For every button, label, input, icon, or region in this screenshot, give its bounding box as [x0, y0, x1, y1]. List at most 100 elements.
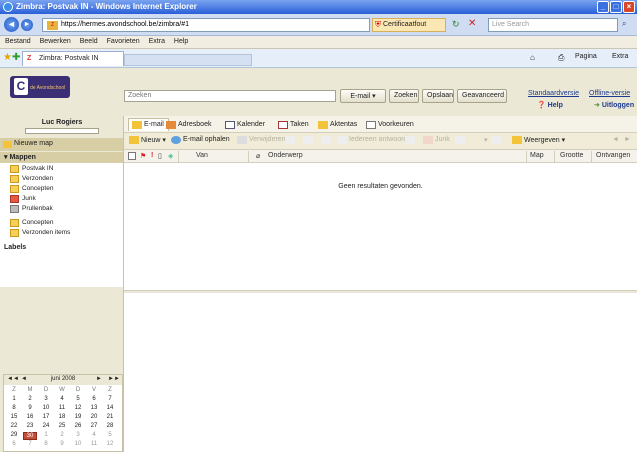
new-folder-button[interactable]: Nieuwe map [0, 138, 123, 151]
calendar-day[interactable]: 8 [7, 405, 21, 411]
calendar-day[interactable]: 3 [71, 432, 85, 438]
calendar-day[interactable]: 28 [103, 423, 117, 429]
calendar-day[interactable]: 2 [55, 432, 69, 438]
menu-bestand[interactable]: Bestand [5, 38, 31, 45]
browser-tab[interactable]: Z Zimbra: Postvak IN [22, 51, 124, 66]
tab-addressbook[interactable]: Adresboek [162, 118, 216, 131]
column-folder[interactable]: Map [530, 152, 544, 159]
calendar-day[interactable]: 16 [23, 414, 37, 420]
menu-favorieten[interactable]: Favorieten [107, 38, 140, 45]
new-tab-button[interactable] [124, 54, 252, 66]
calendar-day[interactable]: 20 [87, 414, 101, 420]
home-icon[interactable]: ⌂ [530, 53, 535, 62]
calendar-day[interactable]: 15 [7, 414, 21, 420]
add-favorite-icon[interactable]: ✚ [12, 52, 20, 63]
minimize-icon[interactable]: _ [597, 1, 609, 13]
print-icon[interactable]: ⎙ [558, 53, 564, 63]
column-received[interactable]: Ontvangen [596, 152, 630, 159]
prev-month-icon[interactable]: ◄ [21, 376, 27, 382]
tab-tasks[interactable]: Taken [274, 118, 314, 131]
search-input[interactable]: Live Search [488, 18, 618, 32]
search-button[interactable]: Zoeken [389, 89, 419, 103]
forward-icon[interactable]: ► [21, 19, 33, 31]
calendar-day[interactable]: 10 [39, 405, 53, 411]
calendar-day[interactable]: 11 [87, 441, 101, 447]
calendar-day[interactable]: 8 [39, 441, 53, 447]
calendar-day[interactable]: 22 [7, 423, 21, 429]
new-button[interactable]: Nieuw ▾ [128, 136, 166, 144]
calendar-day[interactable]: 30 [23, 432, 37, 440]
page-prev-icon[interactable]: ◄ [612, 136, 619, 143]
menu-extra[interactable]: Extra [149, 38, 165, 45]
folder-inbox[interactable]: Postvak IN [10, 165, 53, 173]
calendar-day[interactable]: 17 [39, 414, 53, 420]
address-bar[interactable]: Z https://hermes.avondschool.be/zimbra/#… [42, 18, 370, 32]
calendar-day[interactable]: 12 [103, 441, 117, 447]
menu-bewerken[interactable]: Bewerken [40, 38, 71, 45]
calendar-day[interactable]: 1 [7, 396, 21, 402]
calendar-day[interactable]: 14 [103, 405, 117, 411]
flag-column-icon[interactable]: ⚑ [140, 152, 146, 160]
favorites-star-icon[interactable]: ★ [3, 52, 12, 63]
calendar-day[interactable]: 18 [55, 414, 69, 420]
logout-link[interactable]: ➜ Uitloggen [594, 101, 634, 109]
calendar-day[interactable]: 7 [23, 441, 37, 447]
calendar-day[interactable]: 5 [71, 396, 85, 402]
zimbra-search-input[interactable]: Zoeken [124, 90, 336, 102]
tag-column-icon[interactable]: ◈ [168, 152, 173, 160]
calendar-day[interactable]: 29 [7, 432, 21, 438]
tab-briefcase[interactable]: Aktentas [314, 118, 362, 131]
calendar-day[interactable]: 6 [7, 441, 21, 447]
calendar-day[interactable]: 1 [39, 432, 53, 438]
search-icon[interactable]: ⌕ [622, 19, 626, 29]
calendar-day[interactable]: 19 [71, 414, 85, 420]
refresh-icon[interactable]: ↻ [452, 19, 460, 30]
certificate-error-button[interactable]: ⛨ Certificaatfout [372, 18, 446, 32]
folder-verzonden-items[interactable]: Verzonden items [10, 229, 70, 237]
next-year-icon[interactable]: ►► [108, 376, 120, 382]
calendar-day[interactable]: 21 [103, 414, 117, 420]
calendar-day[interactable]: 13 [87, 405, 101, 411]
folder-sent[interactable]: Verzonden [10, 175, 53, 183]
calendar-day[interactable]: 2 [23, 396, 37, 402]
calendar-day[interactable]: 25 [55, 423, 69, 429]
calendar-day[interactable]: 4 [55, 396, 69, 402]
extra-menu[interactable]: Extra [612, 53, 628, 60]
calendar-day[interactable]: 24 [39, 423, 53, 429]
folder-concepten[interactable]: Concepten [10, 219, 53, 227]
calendar-day[interactable]: 27 [87, 423, 101, 429]
prev-year-icon[interactable]: ◄◄ [7, 376, 19, 382]
calendar-day[interactable]: 7 [103, 396, 117, 402]
calendar-day[interactable]: 11 [55, 405, 69, 411]
calendar-day[interactable]: 10 [71, 441, 85, 447]
folder-drafts[interactable]: Concepten [10, 185, 53, 193]
calendar-day[interactable]: 26 [71, 423, 85, 429]
calendar-day[interactable]: 9 [23, 405, 37, 411]
column-from[interactable]: Van [196, 152, 208, 159]
priority-column-icon[interactable]: ! [151, 152, 153, 159]
back-icon[interactable]: ◄ [4, 17, 19, 32]
folder-junk[interactable]: Junk [10, 195, 36, 203]
help-link[interactable]: ❓ Help [537, 101, 563, 109]
delete-button[interactable]: Verwijderen [236, 136, 286, 144]
tab-calendar[interactable]: Kalender [221, 118, 270, 131]
advanced-search-button[interactable]: Geavanceerd [457, 89, 507, 103]
menu-help[interactable]: Help [174, 38, 188, 45]
calendar-day[interactable]: 23 [23, 423, 37, 429]
stop-icon[interactable]: ✕ [468, 18, 476, 29]
calendar-day[interactable]: 4 [87, 432, 101, 438]
maximize-icon[interactable]: □ [610, 1, 622, 13]
calendar-day[interactable]: 6 [87, 396, 101, 402]
offline-version-link[interactable]: Offline-versie [589, 90, 630, 97]
reply-all-button[interactable]: Iedereen antwoorden [336, 136, 415, 144]
next-month-icon[interactable]: ► [96, 376, 102, 382]
calendar-day[interactable]: 5 [103, 432, 117, 438]
get-mail-button[interactable]: E-mail ophalen [170, 136, 230, 144]
folders-section-header[interactable]: ▾ Mappen [0, 152, 123, 163]
save-search-button[interactable]: Opslaan [422, 89, 454, 103]
folder-trash[interactable]: Prullenbak [10, 205, 53, 213]
search-type-dropdown[interactable]: E-mail ▾ [340, 89, 386, 103]
calendar-day[interactable]: 3 [39, 396, 53, 402]
standard-version-link[interactable]: Standaardversie [528, 90, 579, 97]
page-next-icon[interactable]: ► [624, 136, 631, 143]
